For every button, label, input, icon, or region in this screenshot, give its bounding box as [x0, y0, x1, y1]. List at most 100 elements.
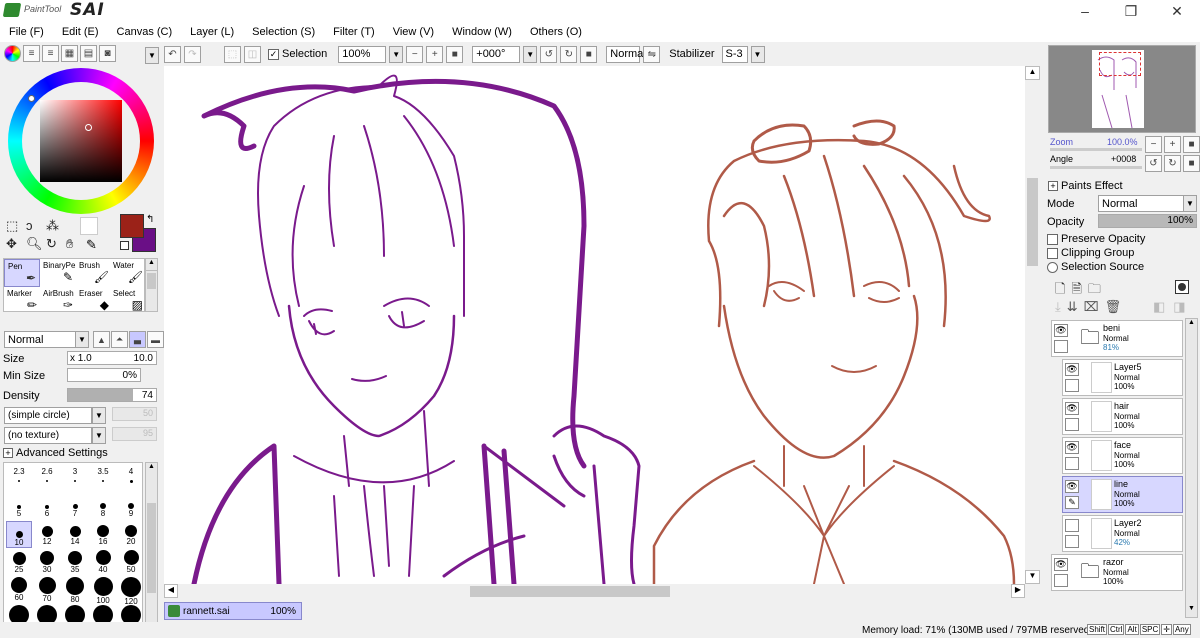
- eyedropper-icon[interactable]: ✎: [86, 237, 97, 253]
- layer-select-checkbox[interactable]: [1065, 535, 1079, 548]
- paints-effect-toggle[interactable]: + Paints Effect: [1048, 180, 1123, 192]
- apply-mask-icon[interactable]: ◧: [1153, 299, 1165, 315]
- brush-size-10[interactable]: 10: [6, 521, 32, 548]
- brush-size-20[interactable]: 20: [118, 521, 142, 548]
- magic-wand-icon[interactable]: ⁂: [46, 218, 64, 234]
- brush-grid-scrollbar[interactable]: ▲: [145, 462, 158, 632]
- texture-dropdown-icon[interactable]: ▼: [92, 427, 106, 444]
- primary-color-swatch[interactable]: [120, 214, 144, 238]
- brush-size-30[interactable]: 30: [34, 549, 60, 576]
- layer-item-razor[interactable]: 👁︎ 🗀 razor Normal 100%: [1051, 554, 1183, 591]
- clear-layer-icon[interactable]: ⌧: [1084, 299, 1099, 315]
- layer-item-line[interactable]: 👁︎ ✎ line Normal 100%: [1062, 476, 1183, 513]
- zoom-tool-icon[interactable]: 🔍︎: [26, 236, 44, 252]
- stabilizer-dropdown-icon[interactable]: ▼: [750, 45, 765, 63]
- selection-checkbox[interactable]: ✓ Selection: [268, 48, 327, 60]
- vscroll-up-icon[interactable]: ▲: [1025, 66, 1040, 80]
- redo-icon[interactable]: ↷: [184, 45, 201, 63]
- stabilizer-field[interactable]: S-3: [721, 45, 748, 63]
- color-palette-icon[interactable]: ▦: [61, 45, 78, 62]
- layer-item-face[interactable]: 👁︎ face Normal 100%: [1062, 437, 1183, 474]
- advanced-settings-toggle[interactable]: + Advanced Settings: [3, 447, 108, 459]
- texture-field[interactable]: (no texture): [4, 427, 92, 444]
- menu-filter[interactable]: Filter (T): [324, 26, 384, 38]
- vscroll-thumb[interactable]: [1027, 178, 1038, 266]
- min-size-slider[interactable]: 0%: [67, 368, 141, 382]
- brush-size-4[interactable]: 4: [118, 465, 142, 492]
- nav-zoom-in-icon[interactable]: +: [1164, 136, 1181, 153]
- layer-list-scrollbar[interactable]: ▲ ▼: [1185, 318, 1198, 618]
- rotation-reset-icon[interactable]: ■: [580, 45, 598, 63]
- brush-size-70[interactable]: 70: [34, 577, 60, 604]
- zoom-reset-icon[interactable]: ■: [446, 45, 464, 63]
- transfer-down-icon[interactable]: ⤓: [1055, 299, 1061, 315]
- brush-shape-sharp-icon[interactable]: ▲: [93, 331, 110, 348]
- visibility-eye-icon[interactable]: [1065, 519, 1079, 532]
- size-slider[interactable]: x 1.0 10.0: [67, 351, 157, 365]
- tool-pen[interactable]: Pen ✒: [4, 259, 40, 287]
- brush-mode-field[interactable]: Normal: [4, 331, 76, 348]
- lasso-icon[interactable]: ↄ: [26, 218, 44, 234]
- brush-shape-medium-icon[interactable]: ⏶: [111, 331, 128, 348]
- brush-size-5[interactable]: 5: [6, 493, 32, 520]
- brush-size-80[interactable]: 80: [62, 577, 88, 604]
- edit-pencil-icon[interactable]: ✎: [1065, 496, 1079, 509]
- size-multiplier[interactable]: x 1.0: [70, 353, 92, 364]
- selection-source-checkbox[interactable]: Selection Source: [1047, 261, 1144, 273]
- menu-selection[interactable]: Selection (S): [243, 26, 324, 38]
- layer-scroll-up-icon[interactable]: ▲: [1186, 319, 1197, 331]
- layer-select-checkbox[interactable]: [1054, 574, 1068, 587]
- menu-edit[interactable]: Edit (E): [53, 26, 108, 38]
- delete-layer-icon[interactable]: 🗑︎: [1105, 299, 1122, 315]
- menu-file[interactable]: File (F): [0, 26, 53, 38]
- invert-selection-icon[interactable]: ◫: [244, 45, 261, 63]
- brush-shape-flat-icon[interactable]: ▬: [147, 331, 164, 348]
- zoom-field[interactable]: 100%: [338, 45, 387, 63]
- rgb-slider-mode-icon[interactable]: ≡: [23, 45, 40, 62]
- brush-size-40[interactable]: 40: [90, 549, 116, 576]
- brush-size-60[interactable]: 60: [6, 577, 32, 604]
- rotate-right-icon[interactable]: ↻: [560, 45, 578, 63]
- brush-size-8[interactable]: 8: [90, 493, 116, 520]
- undo-icon[interactable]: ↶: [164, 45, 181, 63]
- rotation-dropdown-icon[interactable]: ▼: [523, 45, 538, 63]
- maximize-button[interactable]: ❐: [1108, 0, 1154, 22]
- layer-scroll-down-icon[interactable]: ▼: [1186, 605, 1197, 617]
- visibility-eye-icon[interactable]: 👁︎: [1065, 480, 1079, 493]
- brush-shape-field[interactable]: (simple circle): [4, 407, 92, 424]
- menu-view[interactable]: View (V): [384, 26, 443, 38]
- brush-size-50[interactable]: 50: [118, 549, 142, 576]
- tool-eraser[interactable]: Eraser ◆: [76, 287, 112, 311]
- visibility-eye-icon[interactable]: 👁︎: [1054, 324, 1068, 337]
- density-slider[interactable]: 74: [67, 388, 157, 402]
- navigator-viewport[interactable]: [1099, 52, 1141, 76]
- tool-binary-pen[interactable]: BinaryPe ✎: [40, 259, 76, 287]
- hscroll-left-icon[interactable]: ◀: [164, 584, 178, 598]
- delete-mask-icon[interactable]: ◨: [1173, 299, 1185, 315]
- zoom-dropdown-icon[interactable]: ▼: [389, 45, 404, 63]
- brush-size-6[interactable]: 6: [34, 493, 60, 520]
- hscroll-thumb[interactable]: [470, 586, 670, 597]
- scratchpad-icon[interactable]: ◙: [99, 45, 116, 62]
- brush-shape-soft-icon[interactable]: ▃: [129, 331, 146, 348]
- document-tab[interactable]: rannett.sai 100%: [164, 602, 302, 620]
- blend-mode-field[interactable]: Normal: [606, 45, 646, 63]
- swap-colors-icon[interactable]: ↰: [146, 214, 154, 225]
- zoom-in-icon[interactable]: +: [426, 45, 444, 63]
- brush-size-7[interactable]: 7: [62, 493, 88, 520]
- menu-canvas[interactable]: Canvas (C): [108, 26, 182, 38]
- rotate-tool-icon[interactable]: ↻: [46, 236, 64, 252]
- brush-size-2-6[interactable]: 2.6: [34, 465, 60, 492]
- merge-down-icon[interactable]: ⇊: [1067, 299, 1078, 315]
- zoom-slider[interactable]: [1050, 148, 1142, 151]
- brush-size-25[interactable]: 25: [6, 549, 32, 576]
- brush-size-120[interactable]: 120: [118, 577, 142, 606]
- hue-cursor-icon[interactable]: [28, 95, 35, 102]
- layer-mode-field[interactable]: Normal: [1098, 195, 1184, 212]
- layer-select-checkbox[interactable]: [1065, 418, 1079, 431]
- saturation-value-square[interactable]: [40, 100, 122, 182]
- drawing-canvas[interactable]: [164, 66, 1025, 584]
- brush-size-2-3[interactable]: 2.3: [6, 465, 32, 492]
- brush-size-3-5[interactable]: 3.5: [90, 465, 116, 492]
- hsv-slider-mode-icon[interactable]: ≡: [42, 45, 59, 62]
